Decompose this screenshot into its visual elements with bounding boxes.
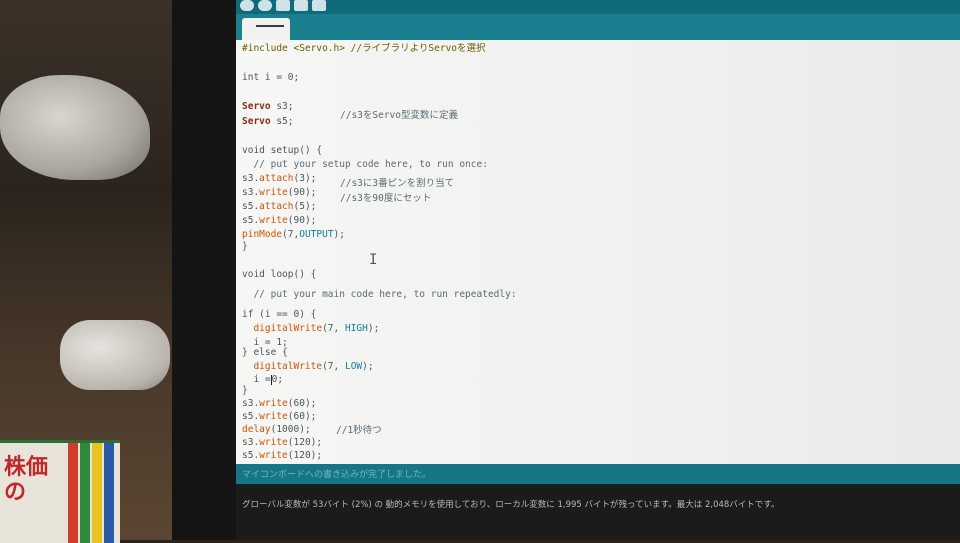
fn-write: write — [259, 398, 288, 409]
book-stripe — [104, 443, 114, 543]
code-line-else: } else { — [242, 347, 288, 358]
ibeam-cursor-icon: I — [369, 252, 378, 268]
code-line-attach-s5: s5.attach(5); — [242, 200, 316, 213]
args: (7, — [322, 323, 345, 334]
open-icon[interactable] — [294, 0, 308, 11]
args: ); — [367, 323, 380, 334]
fn-delay: delay — [242, 424, 271, 435]
code-line-write-s3: s3.write(90); — [242, 186, 316, 199]
code-line-pinmode: pinMode(7,OUTPUT); — [242, 228, 345, 241]
save-icon[interactable] — [312, 0, 326, 11]
fn-write: write — [259, 411, 288, 422]
code-line-if: if (i == 0) { — [242, 309, 317, 320]
code-line-loop: void loop() { — [242, 269, 317, 280]
code-line-write-s5-60: s5.write(60); — [242, 410, 316, 423]
obj-s5: s5. — [242, 450, 260, 461]
type-servo: Servo — [242, 116, 271, 127]
args: (90); — [287, 187, 317, 198]
obj-s3: s3. — [242, 173, 260, 184]
obj-s3: s3. — [242, 398, 260, 409]
code-line-write-s3-60: s3.write(60); — [242, 397, 316, 410]
ide-window: #include <Servo.h> //ライブラリよりServoを選択 int… — [236, 0, 960, 540]
var-s5: s5; — [270, 116, 294, 127]
tab-title — [256, 25, 284, 27]
plastic-bag — [0, 75, 150, 180]
toolbar — [236, 0, 960, 14]
new-icon[interactable] — [276, 0, 290, 11]
code-line-1: #include <Servo.h> //ライブラリよりServoを選択 — [242, 42, 486, 55]
console-panel[interactable]: グローバル変数が 53バイト (2%) の 動的メモリを使用しており、ローカル変… — [236, 484, 960, 540]
include-directive: #include <Servo.h> //ライブラリよりServoを選択 — [242, 43, 486, 54]
args: (7, — [322, 361, 345, 372]
args: (3); — [293, 173, 317, 184]
code-line-write-s3-120: s3.write(120); — [242, 436, 322, 449]
args: ); — [362, 361, 374, 372]
args: ); — [333, 229, 345, 240]
status-bar: マイコンボードへの書き込みが完了しました。 — [236, 464, 960, 484]
fn-write: write — [259, 187, 288, 198]
fn-write: write — [259, 215, 288, 226]
obj-s5: s5. — [242, 215, 260, 226]
obj-s3: s3. — [242, 437, 260, 448]
comment-delay: //1秒待つ — [336, 425, 382, 436]
book-title: 株価の — [4, 454, 49, 506]
comment-servo-def: //s3をServo型変数に定義 — [340, 110, 458, 121]
console-message: グローバル変数が 53バイト (2%) の 動的メモリを使用しており、ローカル変… — [242, 500, 780, 510]
var-s3: s3; — [270, 101, 294, 112]
code-line-4: Servo s5; — [242, 115, 294, 128]
const-low: LOW — [344, 361, 363, 372]
code-text: 0; — [271, 374, 284, 385]
code-line-setup: void setup() { — [242, 145, 323, 156]
status-message: マイコンボードへの書き込みが完了しました。 — [242, 470, 432, 480]
args: (120); — [287, 437, 323, 448]
code-line-attach-s3: s3.attach(3); — [242, 172, 316, 185]
args: (60); — [287, 398, 317, 409]
fn-attach: attach — [259, 201, 294, 212]
const-high: HIGH — [344, 323, 368, 334]
pvc-pipe-fitting — [60, 320, 170, 390]
fn-attach: attach — [259, 173, 294, 184]
code-line-3: Servo s3; — [242, 100, 294, 113]
code-line-if-end: } — [242, 385, 248, 396]
args: (7, — [282, 229, 300, 240]
fn-pinmode: pinMode — [242, 229, 283, 240]
obj-s5: s5. — [242, 201, 260, 212]
code-line-i-0: i =0; — [242, 373, 283, 386]
code-line-write-high: digitalWrite(7, HIGH); — [242, 322, 379, 335]
fn-write: write — [259, 437, 288, 448]
obj-s5: s5. — [242, 411, 260, 422]
type-servo: Servo — [242, 101, 271, 112]
comment-setup: // put your setup code here, to run once… — [242, 159, 488, 170]
fn-digitalwrite: digitalWrite — [242, 323, 323, 334]
verify-icon[interactable] — [240, 0, 254, 11]
comment-attach: //s3に3番ピンを割り当て — [340, 178, 455, 189]
code-line-2: int i = 0; — [242, 72, 300, 83]
code-line-write-s5: s5.write(90); — [242, 214, 316, 227]
args: (1000); — [270, 424, 311, 435]
code-line-delay: delay(1000); — [242, 423, 311, 436]
book-stripe — [68, 443, 78, 543]
const-output: OUTPUT — [299, 229, 334, 240]
args: (120); — [287, 450, 323, 461]
book-stripe — [92, 443, 102, 543]
fn-digitalwrite: digitalWrite — [242, 361, 323, 372]
obj-s3: s3. — [242, 187, 260, 198]
args: (90); — [287, 215, 317, 226]
comment-write: //s3を90度にセット — [340, 193, 432, 204]
comment-loop: // put your main code here, to run repea… — [242, 289, 517, 300]
code-line-write-low: digitalWrite(7, LOW); — [242, 360, 374, 373]
code-line-write-s5-120: s5.write(120); — [242, 449, 322, 462]
args: (60); — [287, 411, 317, 422]
room-background: 株価の — [0, 0, 200, 543]
book-cover: 株価の — [0, 440, 120, 543]
upload-icon[interactable] — [258, 0, 272, 11]
code-editor[interactable]: #include <Servo.h> //ライブラリよりServoを選択 int… — [236, 40, 960, 464]
tab-sketch[interactable] — [242, 18, 290, 40]
book-stripe — [80, 443, 90, 543]
fn-write: write — [259, 450, 288, 461]
tab-bar — [236, 14, 960, 40]
code-line-setup-end: } — [242, 241, 248, 252]
args: (5); — [293, 201, 317, 212]
